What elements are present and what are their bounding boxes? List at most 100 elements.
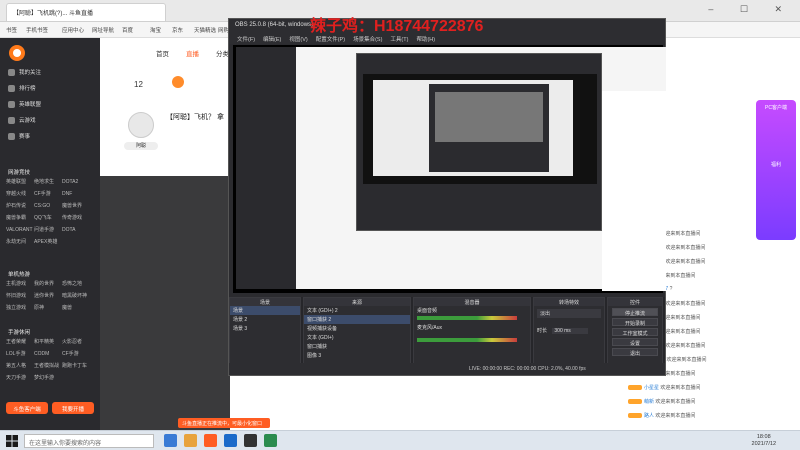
sidebar-game-link[interactable]: 跑跑卡丁车 — [62, 362, 90, 369]
sidebar-game-link[interactable]: 和平精英 — [34, 338, 62, 345]
sidebar-game-link[interactable]: 火影忍者 — [62, 338, 90, 345]
sidebar-game-link[interactable]: 问道手游 — [34, 226, 62, 233]
sidebar-game-link[interactable]: APEX英雄 — [34, 238, 62, 245]
bookmark-item[interactable]: 淘宝 — [150, 26, 161, 34]
sidebar-game-link[interactable]: 怀旧游戏 — [6, 292, 34, 299]
sidebar-game-link[interactable]: 王者模拟战 — [34, 362, 62, 369]
live-notification[interactable]: 斗鱼直播正在推流中，可最小化窗口 — [178, 418, 270, 428]
sidebar-game-link[interactable]: 英雄联盟 — [6, 178, 34, 185]
chat-message: 路人 欢迎来到本直播间 — [628, 412, 695, 419]
obs-app-icon[interactable] — [244, 434, 257, 447]
obs-control-button[interactable]: 停止推流 — [612, 308, 658, 317]
nav-home[interactable]: 首页 — [156, 48, 169, 58]
sidebar-game-link[interactable]: VALORANT — [6, 227, 34, 233]
sidebar-game-link[interactable]: DOTA — [62, 227, 90, 233]
sidebar-game-link[interactable]: 魔兽世界 — [62, 202, 90, 209]
source-item[interactable]: 视频捕获设备 — [304, 324, 410, 333]
browser-tab[interactable]: 【阿聪】飞机跳(?)... 斗鱼直播 — [6, 3, 166, 21]
bookmark-item[interactable]: 应用中心 — [62, 26, 84, 34]
avatar[interactable] — [128, 112, 154, 138]
sidebar-game-link[interactable]: DOTA2 — [62, 179, 90, 185]
sidebar-game-link[interactable]: 天刀手游 — [6, 374, 34, 381]
obs-menu-item[interactable]: 文件(F) — [237, 35, 255, 43]
start-live-button[interactable]: 我要开播 — [52, 402, 94, 414]
taskbar-search[interactable]: 在这里输入你要搜索的内容 — [24, 434, 154, 448]
taskview-icon[interactable] — [164, 434, 177, 447]
scene-item[interactable]: 场景 — [230, 306, 300, 315]
obs-control-button[interactable]: 退出 — [612, 348, 658, 357]
browser-icon[interactable] — [224, 434, 237, 447]
sidebar-game-link[interactable]: LOL手游 — [6, 350, 34, 357]
obs-menu-item[interactable]: 工具(T) — [390, 35, 408, 43]
obs-menu-item[interactable]: 视图(V) — [289, 35, 307, 43]
obs-menu-item[interactable]: 场景集合(S) — [353, 35, 382, 43]
sidebar-game-link[interactable]: CODM — [34, 351, 62, 357]
sidebar-game-link[interactable]: 暗黑破坏神 — [62, 292, 90, 299]
obs-menu-item[interactable]: 帮助(H) — [416, 35, 435, 43]
sidebar-game-link[interactable]: 迷你世界 — [34, 292, 62, 299]
bookmark-item[interactable]: 网址导航 — [92, 26, 114, 34]
obs-control-button[interactable]: 工作室模式 — [612, 328, 658, 337]
sidebar-game-link[interactable]: 原神 — [34, 304, 62, 311]
windows-start-icon[interactable] — [6, 435, 18, 447]
douyu-app-icon[interactable] — [204, 434, 217, 447]
sidebar-game-link[interactable]: 传奇游戏 — [62, 214, 90, 221]
file-explorer-icon[interactable] — [184, 434, 197, 447]
sidebar-game-link[interactable]: 我的世界 — [34, 280, 62, 287]
sidebar-game-link[interactable]: CS:GO — [34, 203, 62, 209]
sidebar-game-link[interactable]: 独立游戏 — [6, 304, 34, 311]
scene-item[interactable]: 场景 2 — [230, 315, 300, 324]
obs-control-button[interactable]: 开始录制 — [612, 318, 658, 327]
sidebar-game-link[interactable]: 第五人格 — [6, 362, 34, 369]
sidebar-game-link[interactable]: 永劫无间 — [6, 238, 34, 245]
bookmark-item[interactable]: 天猫精选 — [194, 26, 216, 34]
sidebar-game-link[interactable]: 王者荣耀 — [6, 338, 34, 345]
promo-banner[interactable]: PC客户端 福利 — [756, 100, 796, 240]
sidebar-game-link[interactable]: 主机游戏 — [6, 280, 34, 287]
sidebar-game-link[interactable]: CF手游 — [62, 350, 90, 357]
duration-input[interactable]: 300 ms — [552, 328, 589, 334]
bookmark-item[interactable]: 京东 — [172, 26, 183, 34]
scene-item[interactable]: 场景 3 — [230, 324, 300, 333]
sidebar-game-link[interactable]: 魔兽 — [62, 304, 90, 311]
taskbar-clock[interactable]: 18:08 2021/7/12 — [752, 434, 776, 448]
source-item[interactable]: 图像 3 — [304, 351, 410, 360]
chat-username[interactable]: 路人 — [644, 413, 654, 419]
window-controls[interactable]: – ☐ ✕ — [708, 4, 794, 15]
nested-preview-2 — [373, 80, 573, 176]
source-item[interactable]: 窗口捕获 — [304, 342, 410, 351]
sidebar-game-link[interactable]: 绝地求生 — [34, 178, 62, 185]
obs-preview[interactable] — [233, 45, 666, 293]
video-player[interactable] — [100, 176, 230, 430]
sidebar-item[interactable]: 云游戏 — [8, 116, 36, 125]
obs-menu-item[interactable]: 配置文件(P) — [316, 35, 345, 43]
nav-live[interactable]: 直播 — [186, 48, 199, 58]
obs-control-button[interactable]: 设置 — [612, 338, 658, 347]
client-download-button[interactable]: 斗鱼客户端 — [6, 402, 48, 414]
source-item[interactable]: 窗口捕获 2 — [304, 315, 410, 324]
nested-preview-3 — [435, 92, 543, 142]
source-item[interactable]: 文本 (GDI+) — [304, 333, 410, 342]
source-item[interactable]: 文本 (GDI+) 2 — [304, 306, 410, 315]
sidebar-game-link[interactable]: DNF — [62, 191, 90, 197]
sidebar-game-link[interactable]: 恐怖之地 — [62, 280, 90, 287]
chat-username[interactable]: 小星星 — [644, 385, 659, 391]
sidebar-game-link[interactable]: QQ飞车 — [34, 214, 62, 221]
bookmark-item[interactable]: 书签 — [6, 26, 17, 34]
badge-icon — [172, 76, 184, 88]
sidebar-game-link[interactable]: 梦幻手游 — [34, 374, 62, 381]
sidebar-game-link[interactable]: 魔兽争霸 — [6, 214, 34, 221]
sidebar-item[interactable]: 我的关注 — [8, 68, 41, 77]
bookmark-item[interactable]: 手机书签 — [26, 26, 48, 34]
bookmark-item[interactable]: 百度 — [122, 26, 133, 34]
app-icon[interactable] — [264, 434, 277, 447]
sidebar-game-link[interactable]: 穿越火线 — [6, 190, 34, 197]
sidebar-item[interactable]: 英雄联盟 — [8, 100, 41, 109]
transition-select[interactable]: 淡出 — [537, 309, 601, 318]
chat-username[interactable]: 萌新 — [644, 399, 654, 405]
obs-menu-item[interactable]: 编辑(E) — [263, 35, 281, 43]
sidebar-item[interactable]: 赛事 — [8, 132, 30, 141]
sidebar-item[interactable]: 排行榜 — [8, 84, 36, 93]
sidebar-game-link[interactable]: 炉石传说 — [6, 202, 34, 209]
sidebar-game-link[interactable]: CF手游 — [34, 190, 62, 197]
